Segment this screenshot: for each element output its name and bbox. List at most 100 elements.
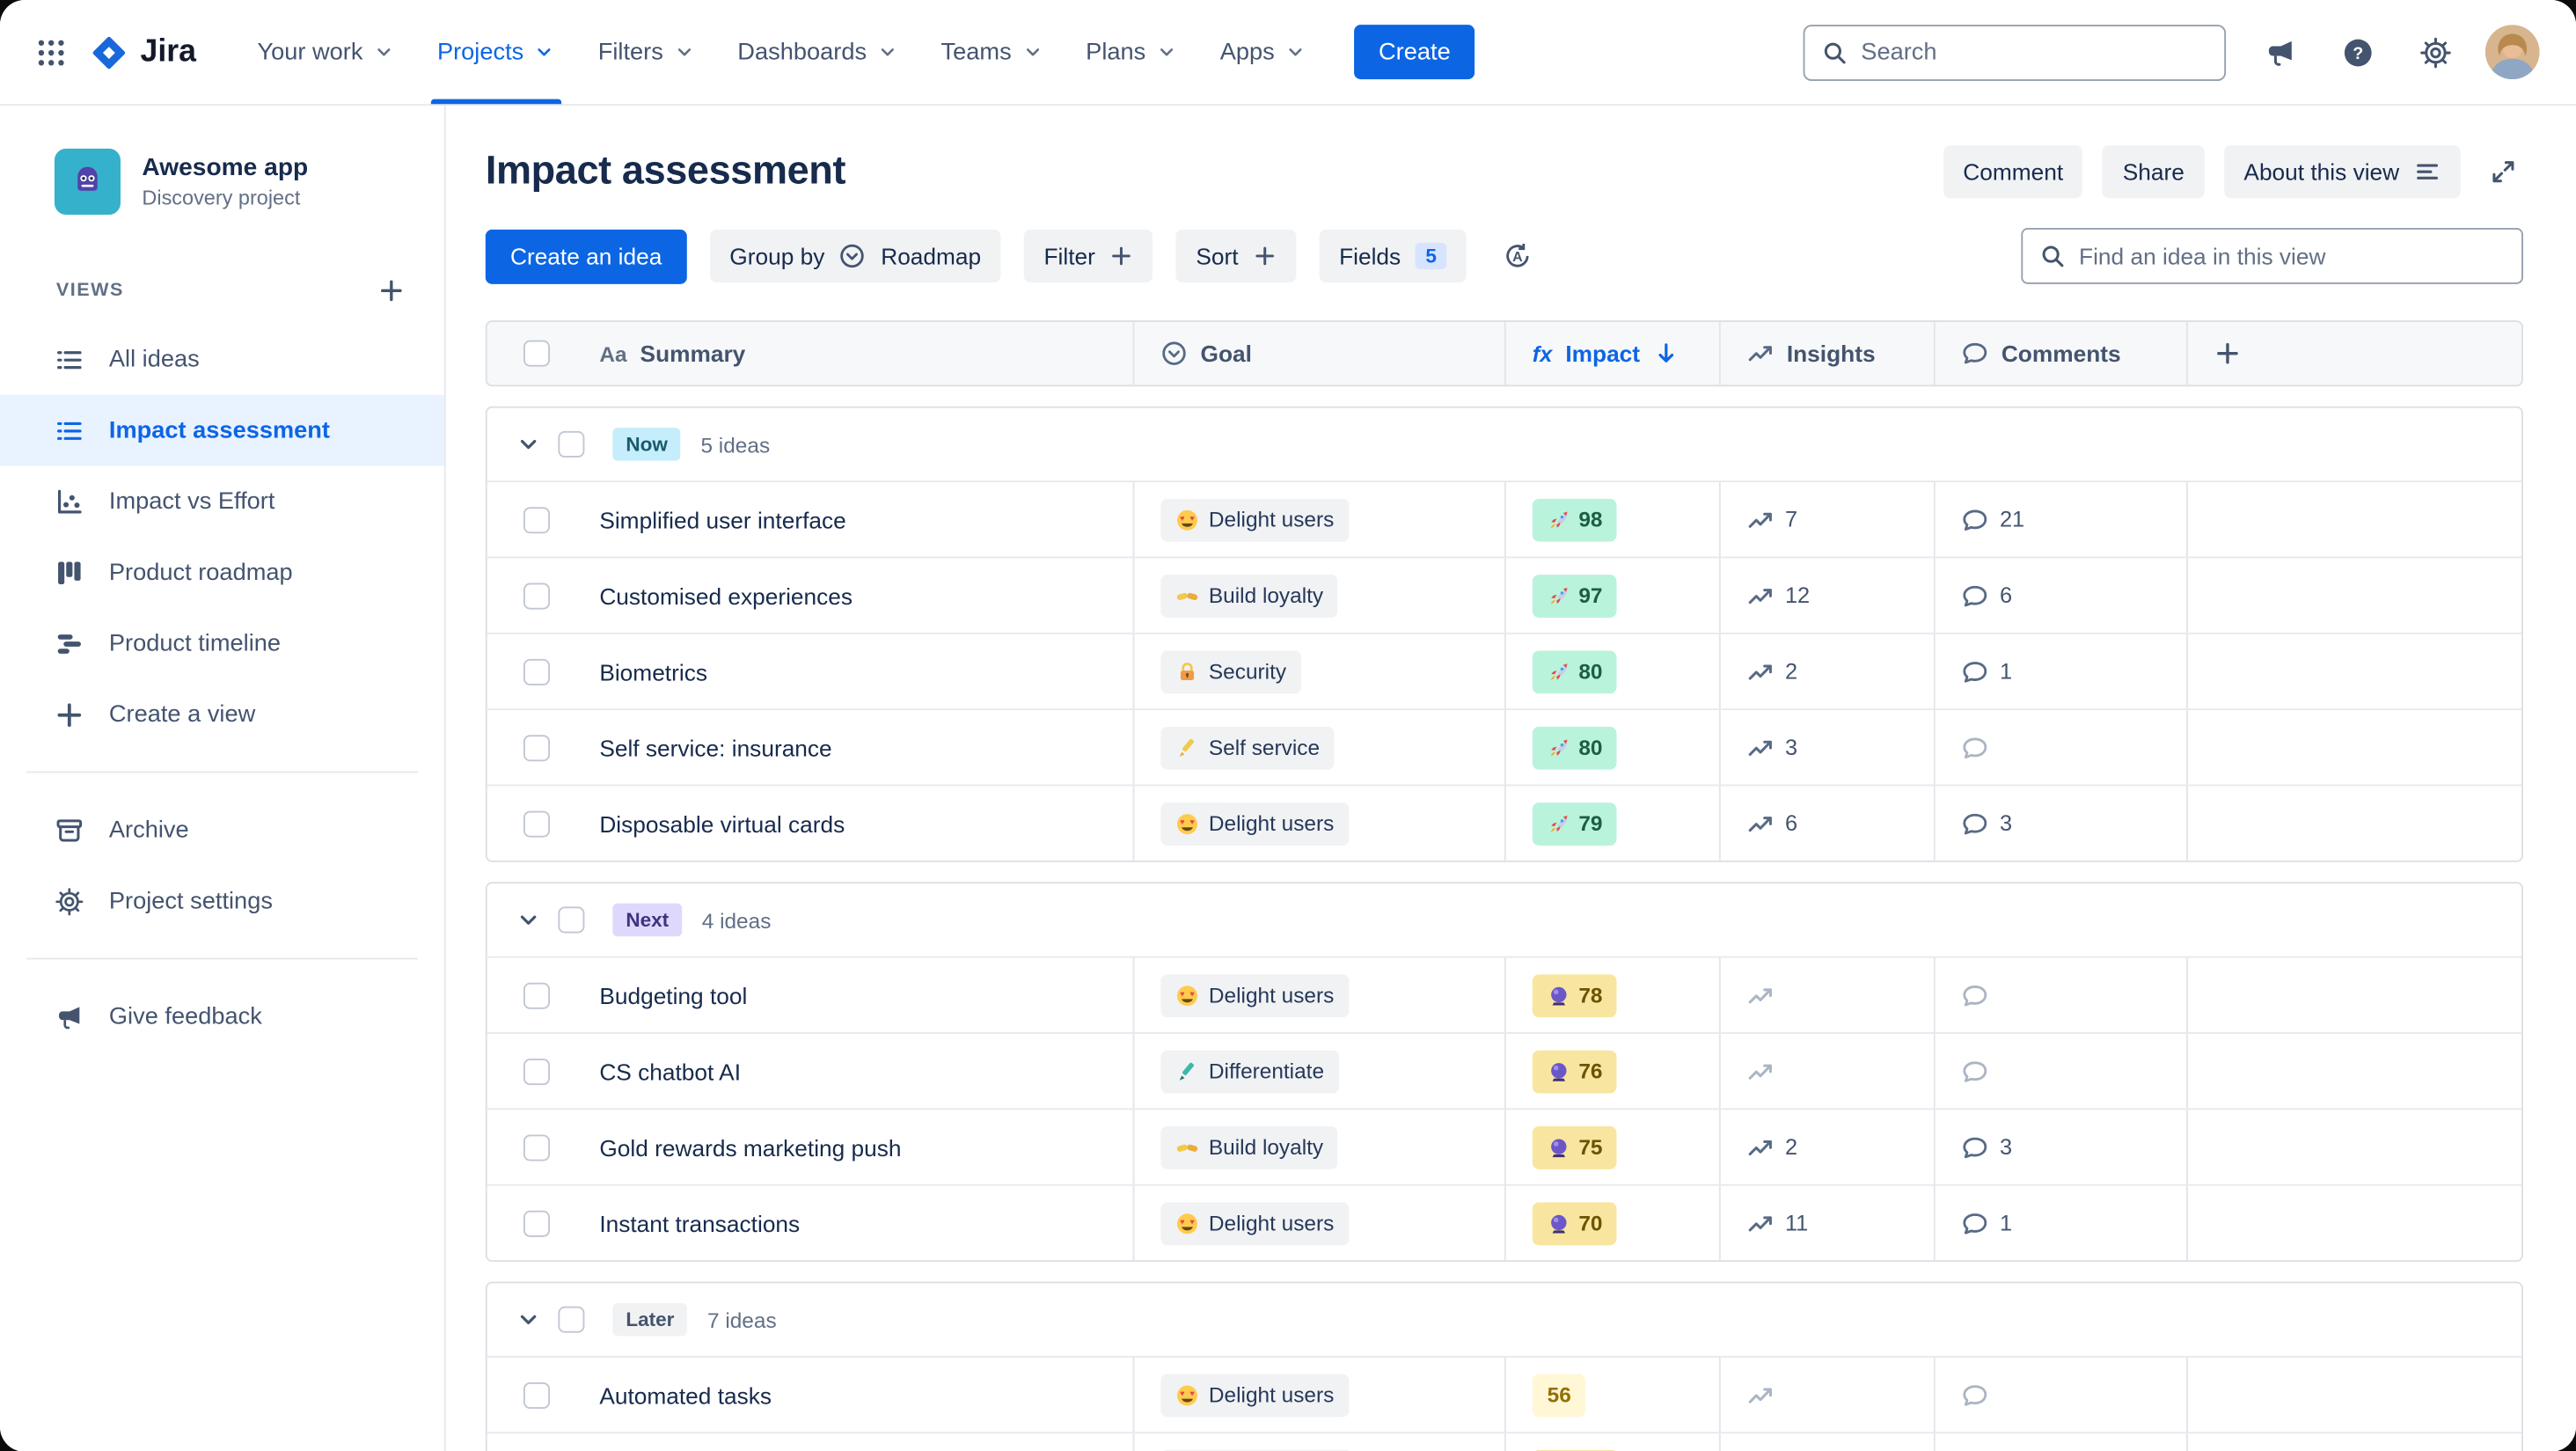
insights-cell[interactable]: 2 xyxy=(1747,1134,1797,1161)
row-checkbox[interactable] xyxy=(523,1058,551,1085)
impact-score-chip[interactable]: 97 xyxy=(1532,574,1618,618)
goal-chip[interactable]: Self service xyxy=(1160,725,1335,769)
table-row[interactable]: CS chatbot AI Differentiate 76 xyxy=(487,1032,2522,1109)
sidebar-item-give-feedback[interactable]: Give feedback xyxy=(0,981,444,1052)
help-button[interactable] xyxy=(2330,24,2386,80)
idea-summary[interactable]: Biometrics xyxy=(599,658,707,685)
impact-score-chip[interactable]: 70 xyxy=(1532,1201,1618,1245)
sidebar-item-impact-assessment[interactable]: Impact assessment xyxy=(0,394,444,466)
add-field-button[interactable] xyxy=(2214,341,2241,367)
row-checkbox[interactable] xyxy=(523,582,551,609)
project-header[interactable]: Awesome app Discovery project xyxy=(0,148,444,215)
group-by-button[interactable]: Group by Roadmap xyxy=(709,229,1001,282)
goal-chip[interactable]: Security xyxy=(1160,649,1301,693)
insights-cell[interactable] xyxy=(1747,1381,1785,1408)
goal-chip[interactable]: Differentiate xyxy=(1160,1049,1339,1093)
impact-score-chip[interactable]: 75 xyxy=(1532,1125,1618,1169)
table-row[interactable]: Biometrics Security 80 2 1 xyxy=(487,632,2522,709)
nav-dashboards[interactable]: Dashboards xyxy=(716,0,919,104)
idea-summary[interactable]: Automated tasks xyxy=(599,1381,772,1408)
impact-score-chip[interactable]: 79 xyxy=(1532,802,1618,846)
row-checkbox[interactable] xyxy=(523,810,551,837)
nav-filters[interactable]: Filters xyxy=(576,0,716,104)
goal-chip[interactable]: Delight users xyxy=(1160,1373,1350,1417)
impact-score-chip[interactable]: 76 xyxy=(1532,1049,1618,1093)
find-idea-search[interactable] xyxy=(2021,228,2523,284)
table-row[interactable]: Automated tasks Delight users 56 xyxy=(487,1355,2522,1433)
sidebar-item-archive[interactable]: Archive xyxy=(0,795,444,866)
group-header[interactable]: Later 7 ideas xyxy=(487,1283,2521,1356)
settings-button[interactable] xyxy=(2408,24,2464,80)
nav-your-work[interactable]: Your work xyxy=(236,0,415,104)
fields-button[interactable]: Fields 5 xyxy=(1319,229,1467,282)
user-avatar[interactable] xyxy=(2485,25,2540,79)
comments-cell[interactable]: 1 xyxy=(1962,658,2012,685)
column-header-comments[interactable]: Comments xyxy=(1933,321,2186,385)
nav-teams[interactable]: Teams xyxy=(919,0,1065,104)
insights-cell[interactable] xyxy=(1747,1058,1785,1084)
table-row[interactable]: Customised experiences Build loyalty 97 … xyxy=(487,556,2522,633)
impact-score-chip[interactable]: 98 xyxy=(1532,497,1618,541)
comments-cell[interactable] xyxy=(1962,982,2000,1008)
goal-chip[interactable]: Delight users xyxy=(1160,802,1350,846)
comments-cell[interactable]: 3 xyxy=(1962,1134,2012,1161)
group-checkbox[interactable] xyxy=(558,906,585,934)
column-header-impact[interactable]: fx Impact xyxy=(1504,321,1719,385)
group-checkbox[interactable] xyxy=(558,1306,585,1333)
group-checkbox[interactable] xyxy=(558,430,585,458)
column-header-insights[interactable]: Insights xyxy=(1718,321,1934,385)
impact-score-chip[interactable]: 80 xyxy=(1532,649,1618,693)
sidebar-item-product-timeline[interactable]: Product timeline xyxy=(0,608,444,679)
global-search-input[interactable] xyxy=(1861,39,2208,66)
collapse-group-button[interactable] xyxy=(507,1298,550,1341)
insights-cell[interactable]: 11 xyxy=(1747,1210,1808,1236)
sidebar-item-all-ideas[interactable]: All ideas xyxy=(0,324,444,395)
table-row[interactable]: Simplified user interface Delight users … xyxy=(487,480,2522,557)
filter-button[interactable]: Filter xyxy=(1023,229,1153,282)
idea-summary[interactable]: Disposable virtual cards xyxy=(599,810,845,837)
rank-order-button[interactable] xyxy=(1489,230,1546,282)
goal-chip[interactable]: Delight users xyxy=(1160,973,1350,1017)
table-row[interactable]: Instant transactions Delight users 70 11… xyxy=(487,1184,2522,1261)
insights-cell[interactable]: 6 xyxy=(1747,810,1797,837)
insights-cell[interactable]: 7 xyxy=(1747,506,1797,532)
idea-summary[interactable]: CS chatbot AI xyxy=(599,1058,741,1084)
group-header[interactable]: Next 4 ideas xyxy=(487,883,2521,956)
select-all-checkbox[interactable] xyxy=(523,340,551,367)
row-checkbox[interactable] xyxy=(523,506,551,533)
comments-cell[interactable]: 6 xyxy=(1962,583,2012,609)
insights-cell[interactable]: 12 xyxy=(1747,583,1810,609)
share-button[interactable]: Share xyxy=(2103,145,2205,199)
column-header-summary[interactable]: Aa Summary xyxy=(567,322,1133,385)
row-checkbox[interactable] xyxy=(523,1133,551,1161)
impact-score-chip[interactable]: 56 xyxy=(1532,1373,1586,1417)
comments-cell[interactable]: 3 xyxy=(1962,810,2012,837)
idea-summary[interactable]: Budgeting tool xyxy=(599,982,747,1008)
idea-summary[interactable]: Gold rewards marketing push xyxy=(599,1134,901,1161)
collapse-group-button[interactable] xyxy=(507,898,550,942)
goal-chip[interactable]: Build loyalty xyxy=(1160,1125,1339,1169)
goal-chip[interactable]: Build loyalty xyxy=(1160,574,1339,618)
table-row[interactable]: Budgeting tool Delight users 78 xyxy=(487,956,2522,1033)
sidebar-item-impact-vs-effort[interactable]: Impact vs Effort xyxy=(0,465,444,537)
global-search[interactable] xyxy=(1803,24,2227,81)
impact-score-chip[interactable]: 78 xyxy=(1532,973,1618,1017)
comments-cell[interactable] xyxy=(1962,1381,2000,1408)
table-row[interactable]: Gold rewards marketing push Build loyalt… xyxy=(487,1108,2522,1184)
impact-score-chip[interactable]: 80 xyxy=(1532,725,1618,769)
insights-cell[interactable]: 3 xyxy=(1747,734,1797,760)
goal-chip[interactable]: Delight users xyxy=(1160,1201,1350,1245)
table-row[interactable]: Self service: insurance Self service 80 … xyxy=(487,708,2522,785)
idea-summary[interactable]: Customised experiences xyxy=(599,583,853,609)
nav-plans[interactable]: Plans xyxy=(1065,0,1199,104)
row-checkbox[interactable] xyxy=(523,734,551,761)
comment-button[interactable]: Comment xyxy=(1943,145,2083,199)
table-row[interactable]: Disposable virtual cards Delight users 7… xyxy=(487,784,2522,861)
comments-cell[interactable] xyxy=(1962,734,2000,760)
column-header-goal[interactable]: Goal xyxy=(1132,321,1504,385)
nav-apps[interactable]: Apps xyxy=(1198,0,1328,104)
announcements-button[interactable] xyxy=(2252,24,2309,80)
idea-summary[interactable]: Self service: insurance xyxy=(599,734,831,760)
comments-cell[interactable]: 1 xyxy=(1962,1210,2012,1236)
create-an-idea-button[interactable]: Create an idea xyxy=(485,228,687,283)
